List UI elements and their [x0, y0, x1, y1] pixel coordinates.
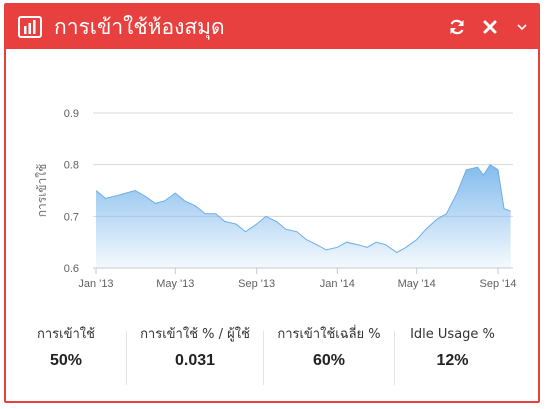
library-usage-panel: การเข้าใช้ห้องสมุด 0.6 0.7 0.8 0.9 Jan '13 Ma… [4, 3, 540, 403]
stats-row: การเข้าใช้ 50% การเข้าใช้ % / ผู้ใช้ 0.0… [6, 325, 538, 389]
close-icon[interactable] [481, 18, 499, 36]
y-axis-title: การเข้าใช้ [35, 164, 49, 218]
y-tick-label: 0.9 [64, 108, 79, 120]
stat-usage-per-user: การเข้าใช้ % / ผู้ใช้ 0.031 [127, 325, 263, 389]
stat-value: 50% [49, 352, 83, 369]
chevron-down-icon[interactable] [513, 18, 531, 36]
stat-label: การเข้าใช้ % / ผู้ใช้ [140, 327, 250, 342]
stat-label: การเข้าใช้เฉลี่ย % [277, 327, 381, 342]
x-tick-label: Jan '13 [78, 278, 113, 290]
y-tick-label: 0.7 [64, 211, 79, 223]
stat-value: 60% [312, 352, 346, 369]
refresh-icon[interactable] [448, 18, 466, 36]
x-tick-label: Sep '13 [238, 278, 275, 290]
x-tick-label: Jan '14 [320, 278, 355, 290]
panel-title: การเข้าใช้ห้องสมุด [54, 15, 225, 39]
bar-chart-icon [18, 16, 42, 38]
y-tick-label: 0.8 [64, 160, 79, 172]
stat-label: Idle Usage % [410, 327, 495, 342]
stat-value: 0.031 [174, 352, 216, 369]
stat-usage: การเข้าใช้ 50% [6, 325, 126, 389]
stat-label: การเข้าใช้ [37, 327, 95, 342]
stat-value: 12% [436, 352, 469, 369]
panel-header: การเข้าใช้ห้องสมุด [6, 5, 538, 49]
y-tick-label: 0.6 [64, 263, 79, 275]
stat-idle-usage: Idle Usage % 12% [395, 325, 510, 389]
x-tick-label: May '14 [398, 278, 436, 290]
x-tick-label: Sep '14 [480, 278, 517, 290]
stat-average-usage: การเข้าใช้เฉลี่ย % 60% [264, 325, 394, 389]
usage-area-chart: 0.6 0.7 0.8 0.9 Jan '13 May '13 Sep '13 Jan '14… [35, 108, 517, 290]
x-tick-label: May '13 [156, 278, 194, 290]
chart-area: 0.6 0.7 0.8 0.9 Jan '13 May '13 Sep '13 Jan '14… [6, 49, 538, 311]
